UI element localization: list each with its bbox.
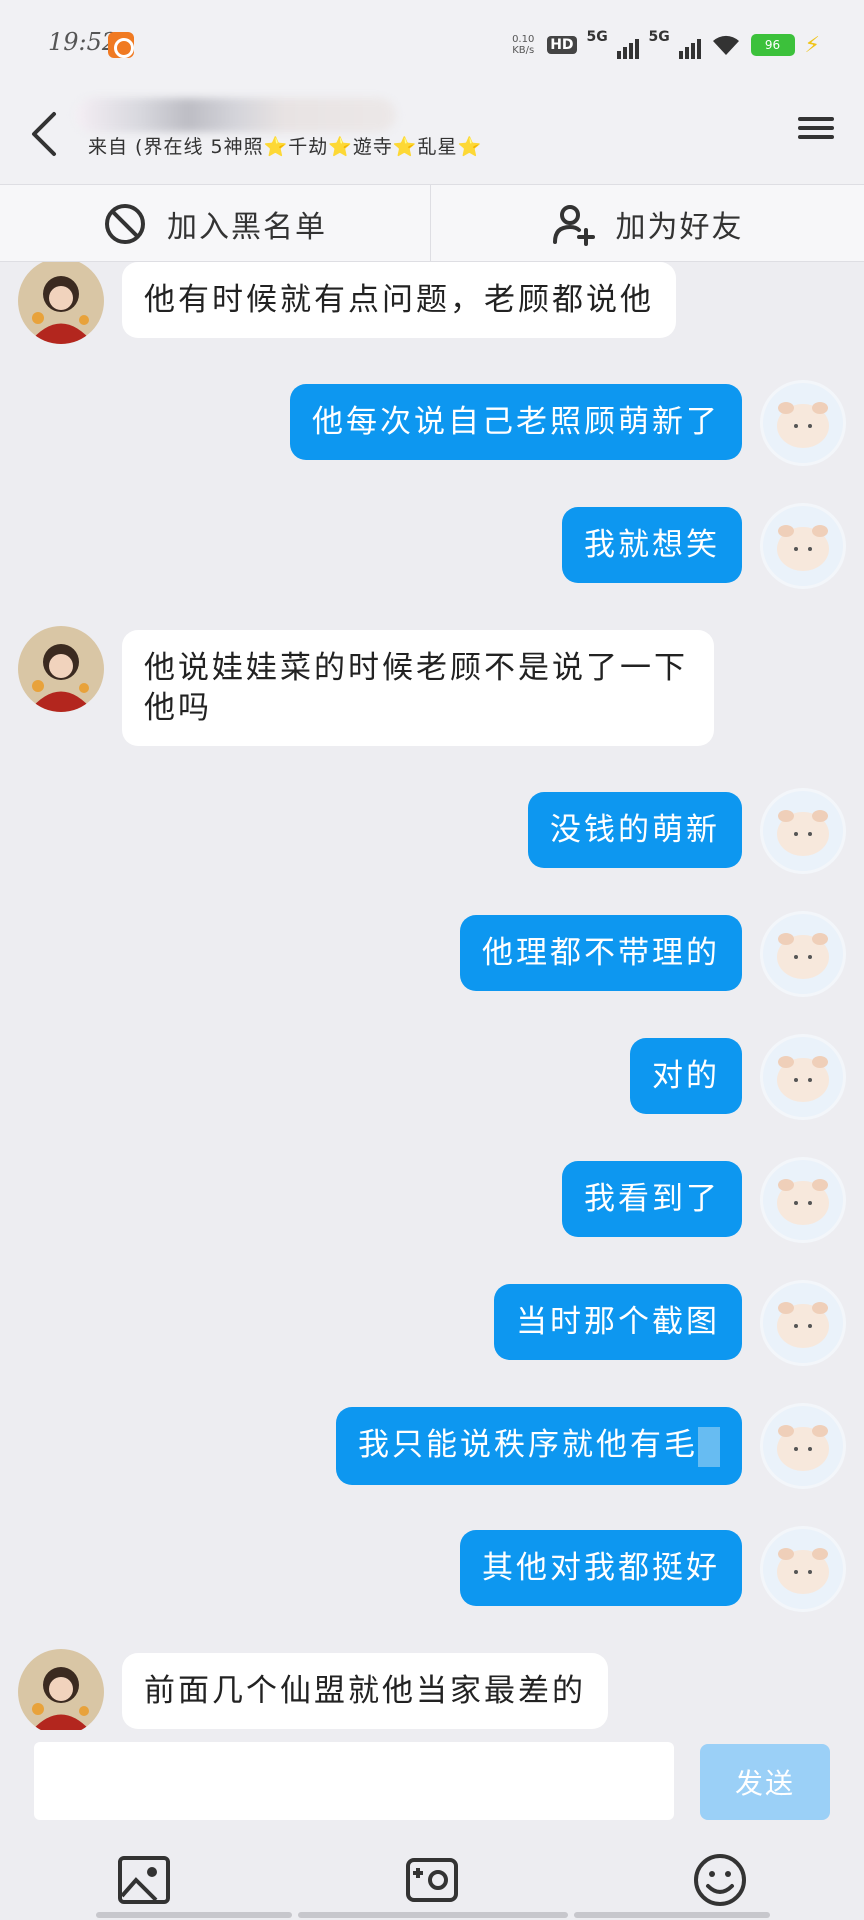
redacted-block [698, 1426, 720, 1467]
nav-indicator-3 [574, 1912, 770, 1918]
message-bubble[interactable]: 我只能说秩序就他有毛 [336, 1407, 742, 1485]
message-input[interactable] [34, 1742, 674, 1820]
add-friend-button[interactable]: 加为好友 [432, 185, 863, 263]
hd-icon: HD [547, 36, 577, 54]
contact-avatar[interactable] [18, 626, 104, 712]
message-bubble[interactable]: 我就想笑 [562, 507, 742, 583]
camera-icon[interactable] [404, 1852, 460, 1908]
blacklist-label: 加入黑名单 [167, 210, 327, 245]
add-user-icon [552, 205, 595, 246]
add-friend-label: 加为好友 [615, 210, 744, 245]
network-speed-value: 0.10 [512, 34, 535, 45]
charging-icon: ⚡ [804, 32, 820, 58]
message-text: 我只能说秩序就他有毛 [358, 1427, 698, 1463]
self-avatar[interactable] [760, 1157, 846, 1243]
app-notification-icon [108, 32, 134, 58]
contact-avatar[interactable] [18, 262, 104, 344]
self-avatar[interactable] [760, 1526, 846, 1612]
message-bubble[interactable]: 他每次说自己老照顾萌新了 [290, 384, 742, 460]
status-time: 19:52 [48, 28, 118, 56]
message-bubble[interactable]: 他有时候就有点问题，老顾都说他 [122, 262, 676, 338]
self-avatar[interactable] [760, 1280, 846, 1366]
self-avatar[interactable] [760, 1034, 846, 1120]
contact-avatar[interactable] [18, 1649, 104, 1730]
nav-indicator-1 [96, 1912, 292, 1918]
message-bubble[interactable]: 他理都不带理的 [460, 915, 742, 991]
blacklist-button[interactable]: 加入黑名单 [0, 185, 431, 263]
action-bar: 加入黑名单 加为好友 [0, 184, 864, 263]
nav-indicator-2 [298, 1912, 568, 1918]
message-bubble[interactable]: 我看到了 [562, 1161, 742, 1237]
signal-1-icon: 5G [586, 29, 639, 59]
self-avatar[interactable] [760, 911, 846, 997]
contact-name-blurred [76, 98, 396, 132]
self-avatar[interactable] [760, 788, 846, 874]
contact-subtitle: 来自 (界在线 5神照⭐千劫⭐遊寺⭐乱星⭐ [88, 136, 483, 158]
input-bar: 发送 [0, 1730, 864, 1920]
sim1-label: 5G [586, 29, 608, 45]
image-picker-icon[interactable] [116, 1852, 172, 1908]
battery-icon: 96 [750, 34, 795, 56]
self-avatar[interactable] [760, 380, 846, 466]
message-bubble[interactable]: 他说娃娃菜的时候老顾不是说了一下他吗 [122, 630, 714, 746]
sim2-label: 5G [648, 29, 670, 45]
message-bubble[interactable]: 没钱的萌新 [528, 792, 742, 868]
status-bar: 19:52 0.10 KB/s HD 5G 5G 96 ⚡ [0, 0, 864, 88]
menu-icon[interactable] [796, 112, 836, 152]
chat-message-list[interactable]: 他有时候就有点问题，老顾都说他 他每次说自己老照顾萌新了 我就想笑 他说娃娃菜的… [0, 262, 864, 1730]
block-icon [105, 204, 145, 244]
message-bubble[interactable]: 对的 [630, 1038, 742, 1114]
message-bubble[interactable]: 其他对我都挺好 [460, 1530, 742, 1606]
self-avatar[interactable] [760, 503, 846, 589]
back-icon[interactable] [26, 110, 66, 158]
status-indicators: 0.10 KB/s HD 5G 5G 96 ⚡ [509, 28, 820, 62]
message-bubble[interactable]: 前面几个仙盟就他当家最差的 [122, 1653, 608, 1729]
signal-2-icon: 5G [648, 29, 701, 59]
network-speed: 0.10 KB/s [509, 34, 537, 56]
send-button[interactable]: 发送 [700, 1744, 830, 1820]
message-bubble[interactable]: 当时那个截图 [494, 1284, 742, 1360]
network-speed-unit: KB/s [512, 45, 535, 56]
chat-header: 来自 (界在线 5神照⭐千劫⭐遊寺⭐乱星⭐ [0, 88, 864, 184]
self-avatar[interactable] [760, 1403, 846, 1489]
emoji-icon[interactable] [692, 1852, 748, 1908]
wifi-icon [711, 33, 741, 57]
